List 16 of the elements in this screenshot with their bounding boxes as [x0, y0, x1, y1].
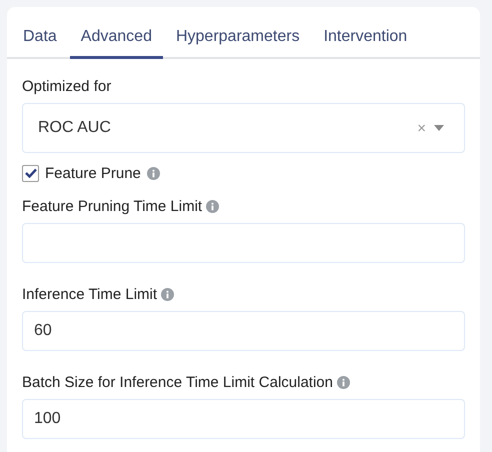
checkbox[interactable] — [22, 164, 39, 182]
tab[interactable]: Data — [12, 7, 68, 59]
tab[interactable]: Advanced — [70, 7, 163, 59]
field-label: Inference Time Limit — [22, 286, 158, 302]
select-field[interactable]: ROC AUC × — [22, 103, 465, 153]
caret-icon[interactable] — [434, 125, 444, 131]
input-field[interactable] — [22, 223, 465, 263]
input-field[interactable]: 100 — [22, 399, 465, 439]
select-value: ROC AUC — [38, 119, 112, 137]
checkbox-label: Feature Prune — [45, 164, 141, 182]
field-label: Feature Pruning Time Limit — [22, 198, 202, 214]
field-label: Optimized for — [22, 78, 112, 94]
field-label: Batch Size for Inference Time Limit Calculation — [22, 374, 333, 390]
tab[interactable]: Intervention — [312, 7, 418, 59]
input-field[interactable]: 60 — [22, 311, 465, 351]
tab[interactable]: Hyperparameters — [164, 7, 311, 59]
